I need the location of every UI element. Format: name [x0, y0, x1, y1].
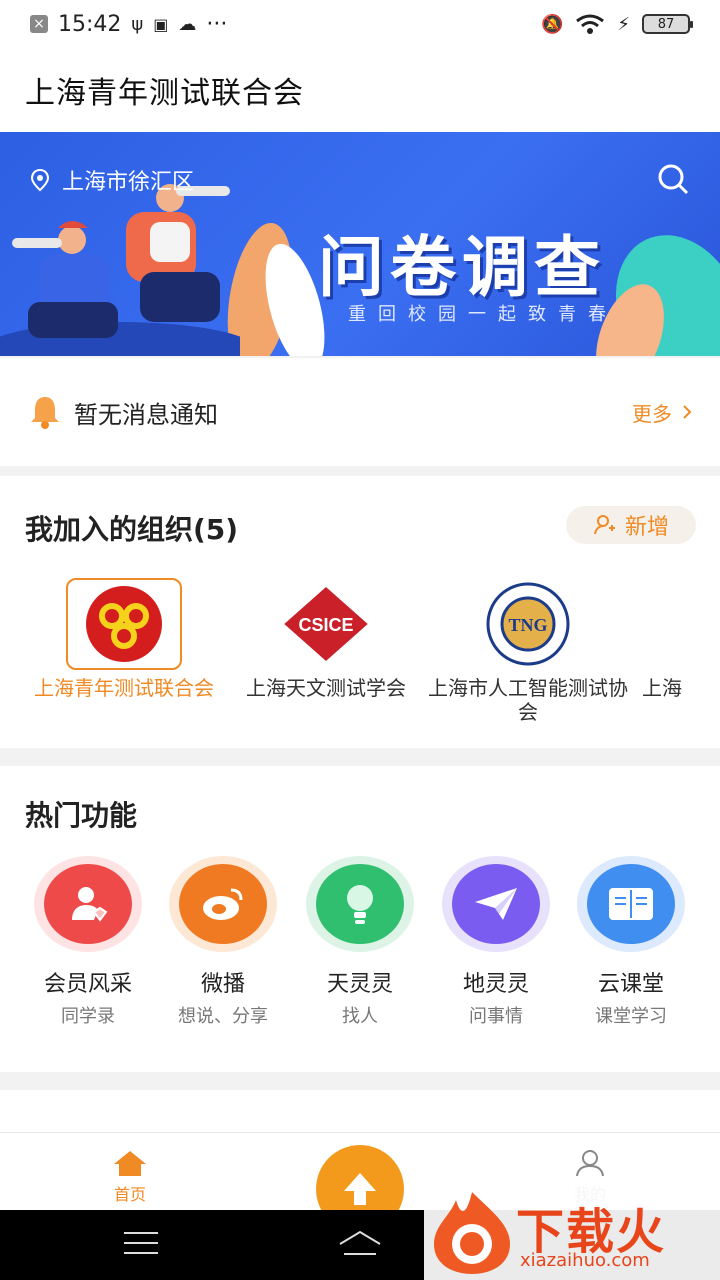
women-federation-logo — [86, 586, 162, 662]
fire-logo-icon — [434, 1192, 510, 1274]
weibo-glyph — [203, 888, 243, 920]
org-item[interactable]: 上海青年测试联合会 — [24, 578, 224, 700]
watermark: 下载火 xiazaihuo.com — [424, 1186, 720, 1280]
location-selector[interactable]: 上海市徐汇区 — [30, 164, 194, 196]
bulb-glyph — [347, 885, 373, 924]
arrow-up-icon — [344, 1173, 376, 1205]
newsguild-logo-text: TNG — [508, 615, 547, 635]
user-icon — [576, 1150, 604, 1177]
mute-icon: 🔕 — [540, 13, 564, 35]
location-pin-icon — [30, 168, 50, 192]
func-label: 云课堂 — [597, 972, 664, 997]
org-name: 上海天文测试学会 — [246, 676, 406, 700]
func-label: 地灵灵 — [462, 972, 529, 997]
func-ring — [442, 856, 550, 952]
func-label: 会员风采 — [43, 972, 132, 997]
app-notification-icon: ▣ — [153, 14, 169, 34]
func-sub: 同学录 — [61, 1006, 115, 1027]
add-org-button[interactable]: 新增 — [566, 506, 696, 544]
org-name: 上海青年测试联合会 — [34, 676, 214, 700]
watermark-sub: xiazaihuo.com — [520, 1250, 650, 1271]
more-link[interactable]: 更多 — [632, 398, 692, 427]
search-icon[interactable] — [656, 162, 690, 196]
org-name: 上海 — [642, 676, 682, 700]
func-ring — [34, 856, 142, 952]
func-label: 微播 — [200, 972, 245, 997]
status-bar: × 15:42 ψ ▣ ☁ ··· 🔕 ⚡ 87 — [0, 0, 720, 48]
menu-icon[interactable] — [124, 1232, 158, 1262]
org-item[interactable]: 上海 — [630, 578, 720, 700]
status-time: 15:42 — [58, 11, 122, 37]
func-sub: 课堂学习 — [595, 1006, 667, 1027]
func-member[interactable]: 会员风采 同学录 — [20, 856, 156, 1028]
csice-logo: CSICE — [279, 582, 373, 666]
org-item[interactable]: TNG 上海市人工智能测试协会 — [428, 578, 628, 724]
system-home-icon[interactable] — [336, 1228, 384, 1258]
member-icon — [44, 864, 132, 944]
org-logo: CSICE — [268, 578, 384, 670]
bell-icon — [31, 397, 59, 429]
book-icon — [587, 864, 675, 944]
page-title: 上海青年测试联合会 — [25, 76, 304, 111]
func-dilingling[interactable]: 地灵灵 问事情 — [428, 856, 564, 1028]
func-sub: 找人 — [342, 1006, 378, 1027]
more-notifications: ··· — [206, 11, 228, 37]
newsguild-logo: TNG — [486, 582, 570, 666]
more-label: 更多 — [632, 401, 672, 426]
org-logo — [66, 578, 182, 670]
member-glyph — [72, 887, 108, 922]
nav-home[interactable]: 首页 — [100, 1149, 160, 1205]
org-name: 上海市人工智能测试协会 — [428, 676, 628, 724]
notice-text: 暂无消息通知 — [74, 400, 218, 429]
org-logo: TNG — [470, 578, 586, 670]
hot-title: 热门功能 — [25, 799, 138, 832]
add-user-icon — [593, 515, 615, 535]
func-ring — [169, 856, 277, 952]
csice-logo-text: CSICE — [298, 615, 353, 635]
func-tianlingling[interactable]: 天灵灵 找人 — [292, 856, 428, 1028]
func-ring — [577, 856, 685, 952]
orgs-title: 我加入的组织(5) — [25, 513, 239, 546]
func-sub: 问事情 — [469, 1006, 523, 1027]
banner-headline: 问卷调查 — [318, 229, 606, 306]
close-notification-icon: × — [30, 15, 48, 33]
nav-home-label: 首页 — [113, 1185, 146, 1204]
joined-orgs-section: 我加入的组织(5) 新增 上海青年测试联合会 CSICE 上海天文测试学会 TN… — [0, 476, 720, 748]
screen: × 15:42 ψ ▣ ☁ ··· 🔕 ⚡ 87 上海青年测试联合会 上海市徐汇… — [0, 0, 720, 1280]
chevron-right-icon — [683, 405, 692, 419]
weibo-icon — [179, 864, 267, 944]
location-label: 上海市徐汇区 — [62, 170, 195, 195]
usb-icon: ψ — [131, 13, 144, 35]
battery-indicator: 87 — [642, 14, 693, 34]
hot-functions-section: 热门功能 会员风采 同学录 微播 想说、分享 天灵灵 找人 地灵灵 问事情 云课… — [0, 766, 720, 1072]
notice-bar[interactable]: 暂无消息通知 更多 — [0, 358, 720, 466]
book-glyph — [609, 888, 653, 920]
wifi-icon — [576, 14, 605, 34]
home-icon — [114, 1151, 146, 1176]
org-item[interactable]: CSICE 上海天文测试学会 — [226, 578, 426, 700]
func-ring — [306, 856, 414, 952]
func-sub: 想说、分享 — [178, 1006, 268, 1027]
cloud-icon: ☁ — [178, 13, 197, 35]
plane-glyph — [475, 888, 517, 920]
bulb-icon — [316, 864, 404, 944]
paper-plane-icon — [452, 864, 540, 944]
banner[interactable]: 上海市徐汇区 问卷调查 重回校园一起致青春 — [0, 132, 720, 356]
func-label: 天灵灵 — [326, 972, 393, 997]
banner-subtitle: 重回校园一起致青春 — [348, 304, 618, 325]
func-weibo[interactable]: 微播 想说、分享 — [155, 856, 291, 1028]
title-bar: 上海青年测试联合会 — [0, 48, 720, 132]
charging-icon: ⚡ — [617, 13, 630, 35]
func-cloud-class[interactable]: 云课堂 课堂学习 — [563, 856, 699, 1028]
add-org-label: 新增 — [624, 515, 669, 540]
